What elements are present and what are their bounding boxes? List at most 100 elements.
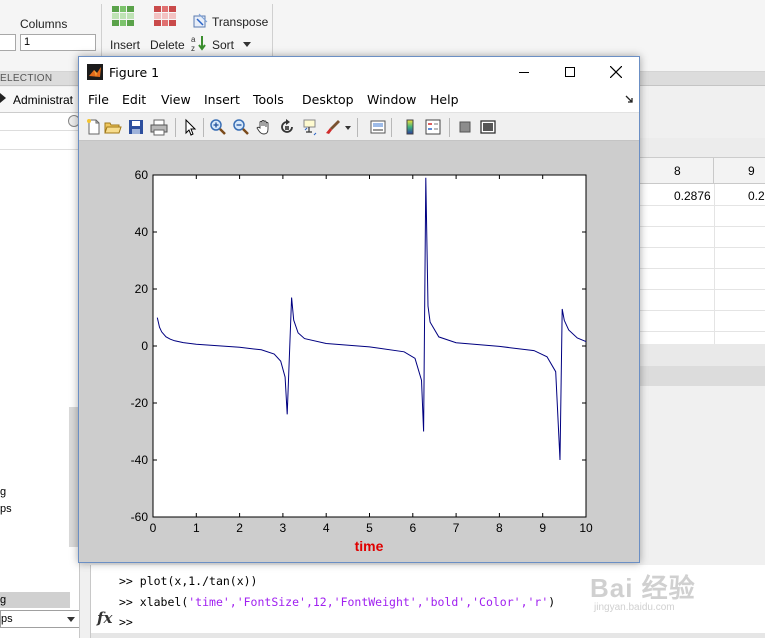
x-tick-label: 5 — [366, 521, 373, 535]
grid-line — [638, 331, 765, 332]
plot-area[interactable]: 0 1 2 3 4 5 6 7 8 9 10 -60 -40 -20 0 20 40 60 time — [79, 142, 639, 562]
menu-tools[interactable]: Tools — [253, 92, 284, 107]
figure-titlebar[interactable]: Figure 1 — [79, 57, 639, 87]
maximize-button[interactable] — [547, 57, 593, 87]
x-tick-label: 3 — [280, 521, 287, 535]
rows-field[interactable] — [0, 34, 16, 51]
minimize-button[interactable] — [501, 57, 547, 87]
toolbar-separator — [203, 118, 204, 137]
y-tick-label: -40 — [131, 453, 149, 467]
prompt: >> — [119, 574, 140, 588]
x-tick-label: 8 — [496, 521, 503, 535]
toolbar-separator — [391, 118, 392, 137]
command-window-scrollbar[interactable] — [91, 633, 765, 638]
insert-icon[interactable] — [112, 6, 134, 26]
transpose-icon[interactable] — [193, 13, 209, 29]
sort-dropdown-icon[interactable] — [243, 42, 251, 48]
current-folder-path: Administrat — [13, 93, 74, 107]
show-plot-tools-icon[interactable] — [479, 118, 497, 136]
menu-file[interactable]: File — [88, 92, 109, 107]
dock-arrow-icon[interactable] — [625, 95, 633, 103]
grid-line — [638, 268, 765, 269]
sort-icon[interactable]: az — [191, 34, 209, 52]
menu-edit[interactable]: Edit — [122, 92, 146, 107]
zoom-out-icon[interactable] — [232, 118, 250, 136]
prompt: >> — [119, 615, 133, 629]
x-tick-label: 7 — [453, 521, 460, 535]
toolbar-separator — [175, 118, 176, 137]
function-browser-icon[interactable]: fx — [97, 609, 112, 627]
print-icon[interactable] — [150, 118, 168, 136]
watermark-brand: Bai 经验 — [590, 573, 696, 603]
x-tick-label: 2 — [236, 521, 243, 535]
legend-icon[interactable] — [424, 118, 442, 136]
grid-line — [638, 247, 765, 248]
current-folder-bar[interactable]: Administrat — [0, 87, 80, 113]
chevron-down-icon[interactable] — [67, 617, 75, 622]
command-code: xlabel( — [139, 595, 189, 609]
brush-dropdown-icon[interactable] — [345, 126, 351, 130]
command-prompt-active[interactable]: >> — [119, 615, 133, 629]
path-arrow-icon[interactable] — [0, 93, 6, 103]
file-list-item[interactable]: ps — [0, 503, 12, 515]
save-icon[interactable] — [127, 118, 145, 136]
command-string-args: 'time','FontSize',12,'FontWeight','bold'… — [188, 595, 549, 609]
x-tick-label: 10 — [579, 521, 593, 535]
menu-help[interactable]: Help — [430, 92, 459, 107]
y-tick-label: 20 — [135, 282, 149, 296]
colorbar-icon[interactable] — [401, 118, 419, 136]
selected-item-label: g — [0, 594, 7, 606]
edit-plot-arrow-icon[interactable] — [181, 118, 199, 136]
column-header-row: 8 9 — [638, 158, 765, 184]
figure-toolbar — [79, 112, 639, 141]
grid-line — [638, 289, 765, 290]
grid-line — [638, 205, 765, 206]
table-cell[interactable]: 0.2876 — [674, 189, 711, 203]
column-header-label: 8 — [674, 164, 681, 178]
columns-field[interactable]: 1 — [20, 34, 96, 51]
x-tick-label: 9 — [539, 521, 546, 535]
sort-button[interactable]: Sort — [212, 38, 234, 52]
data-cursor-icon[interactable] — [301, 118, 319, 136]
menu-view[interactable]: View — [161, 92, 191, 107]
menu-insert[interactable]: Insert — [204, 92, 240, 107]
prompt: >> — [119, 595, 140, 609]
pan-hand-icon[interactable] — [255, 118, 273, 136]
x-tick-label: 4 — [323, 521, 330, 535]
close-button[interactable] — [593, 57, 639, 87]
close-icon — [610, 66, 622, 78]
transpose-button[interactable]: Transpose — [212, 15, 268, 29]
figure-window[interactable]: Figure 1 File Edit View Insert Tools Des… — [78, 56, 640, 563]
hide-plot-tools-icon[interactable] — [456, 118, 474, 136]
y-tick-label: 40 — [135, 225, 149, 239]
toolbar-separator — [449, 118, 450, 137]
selected-list-item[interactable] — [0, 592, 70, 608]
grid-line — [638, 226, 765, 227]
selection-section-label: ELECTION — [0, 73, 53, 84]
insert-button[interactable]: Insert — [110, 38, 140, 52]
rotate-3d-icon[interactable] — [278, 118, 296, 136]
new-figure-icon[interactable] — [85, 118, 103, 136]
command-window-titlebar — [638, 366, 765, 386]
details-dropdown[interactable]: ps — [0, 610, 79, 628]
menu-desktop[interactable]: Desktop — [302, 92, 354, 107]
delete-icon[interactable] — [154, 6, 176, 26]
toolstrip-divider — [101, 4, 102, 64]
figure-canvas[interactable]: 0 1 2 3 4 5 6 7 8 9 10 -60 -40 -20 0 20 40 60 time — [79, 142, 639, 562]
minimize-icon — [519, 72, 529, 73]
grid-line — [714, 184, 715, 344]
column-header-8[interactable]: 8 — [638, 158, 714, 184]
editor-scrollbar[interactable] — [638, 344, 765, 366]
column-header-label: 9 — [748, 164, 755, 178]
brush-icon[interactable] — [324, 118, 342, 136]
link-plot-icon[interactable] — [369, 118, 387, 136]
zoom-in-icon[interactable] — [209, 118, 227, 136]
delete-button[interactable]: Delete — [150, 38, 185, 52]
table-cell[interactable]: 0.2 — [748, 189, 765, 203]
variable-editor: 8 9 0.2876 0.2 — [638, 158, 765, 358]
current-folder-pane: g ps g ps — [0, 113, 80, 638]
open-file-icon[interactable] — [104, 118, 122, 136]
file-list-item[interactable]: g — [0, 486, 6, 498]
toolstrip-divider — [272, 4, 273, 64]
menu-window[interactable]: Window — [367, 92, 416, 107]
